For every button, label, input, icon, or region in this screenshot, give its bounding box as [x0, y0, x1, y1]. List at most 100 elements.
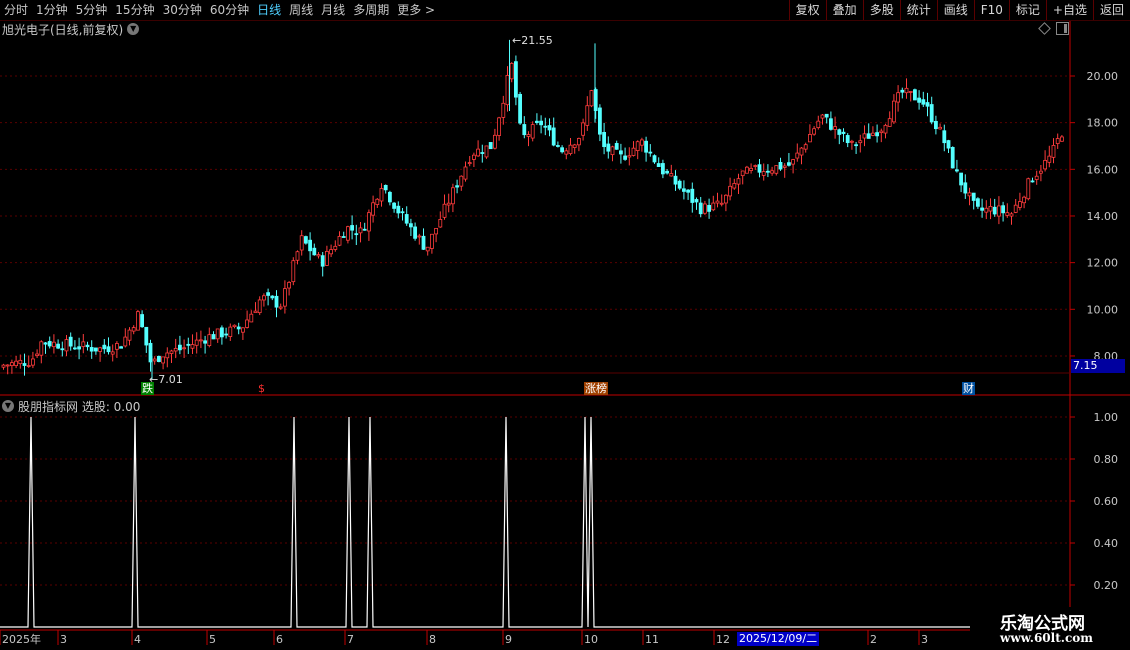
candle-body [450, 187, 455, 205]
candle-body [156, 355, 161, 362]
candle-body [85, 344, 90, 348]
candle-body [324, 251, 329, 266]
candle-body [358, 227, 363, 234]
date-label: 8 [429, 633, 436, 646]
candle-body [673, 175, 678, 185]
candle-body [236, 326, 241, 330]
candle-body [950, 147, 955, 169]
candle-body [140, 314, 145, 328]
candle-body [194, 339, 199, 346]
candle-body [320, 255, 325, 267]
candle-body [350, 225, 355, 231]
candle-body [1047, 155, 1052, 163]
candle-body [266, 292, 271, 296]
candle-body [690, 188, 695, 203]
indicator-dropdown-icon[interactable]: ▼ [2, 400, 14, 412]
candle-body [547, 125, 552, 131]
candle-body [887, 118, 892, 127]
candle-body [1030, 180, 1035, 183]
candle-body [39, 341, 44, 356]
candle-body [442, 203, 447, 218]
signal-marker[interactable]: 财 [962, 382, 975, 395]
candle-body [665, 170, 669, 174]
price-tick-label: 18.00 [1087, 117, 1119, 130]
candle-body [976, 198, 980, 207]
candle-body [623, 155, 627, 160]
candle-body [900, 89, 905, 93]
candle-body [240, 327, 245, 333]
candle-body [312, 247, 317, 256]
candle-body [152, 358, 157, 362]
candle-body [278, 306, 283, 309]
candle-body [967, 192, 972, 197]
candle-body [455, 185, 460, 188]
date-label: 12 [716, 633, 730, 646]
candle-body [795, 152, 800, 159]
candle-body [207, 334, 212, 346]
candle-body [808, 134, 812, 143]
candle-body [245, 319, 250, 328]
signal-marker[interactable]: 涨榜 [584, 382, 608, 395]
candle-body [1051, 145, 1056, 158]
candle-body [1001, 205, 1005, 214]
candle-body [5, 364, 10, 367]
kline-chart: 20.0018.0016.0014.0012.0010.008.001.000.… [0, 21, 1130, 646]
candle-body [26, 365, 31, 367]
candle-body [127, 329, 132, 341]
candle-body [551, 127, 556, 146]
candle-body [539, 120, 543, 126]
price-tick-label: 14.00 [1087, 210, 1119, 223]
candle-body [963, 182, 968, 194]
candle-body [329, 249, 334, 255]
candle-body [610, 146, 615, 156]
candle-body [173, 348, 178, 352]
candle-body [787, 162, 791, 166]
candle-body [585, 105, 590, 126]
candle-body [992, 206, 997, 215]
candle-body [379, 188, 384, 202]
candle-body [875, 132, 879, 137]
candle-body [274, 295, 279, 308]
candle-body [89, 347, 94, 352]
date-label: 4 [134, 633, 141, 646]
candle-body [757, 164, 762, 173]
candle-body [396, 205, 401, 214]
candle-body [182, 347, 187, 350]
candle-body [850, 140, 854, 143]
candle-body [484, 145, 489, 158]
candle-body [354, 233, 359, 236]
indicator-signal-line [0, 416, 1070, 628]
candle-body [387, 191, 392, 203]
candle-body [400, 211, 405, 214]
candle-body [514, 61, 518, 98]
candle-body [816, 120, 821, 129]
candle-body [812, 128, 816, 135]
candle-body [526, 134, 531, 137]
candle-body [971, 192, 976, 201]
date-label: 7 [347, 633, 354, 646]
candle-body [803, 144, 808, 150]
candle-body [564, 150, 569, 155]
candle-body [560, 147, 564, 153]
candle-body [501, 102, 506, 118]
date-label: 3 [60, 633, 67, 646]
candle-body [345, 226, 350, 241]
candle-body [333, 245, 338, 250]
candle-body [14, 360, 19, 366]
last-price-tag: 7.15 [1071, 359, 1125, 373]
candle-body [543, 125, 548, 128]
candle-body [749, 167, 753, 171]
candle-body [408, 223, 413, 228]
candle-body [303, 236, 308, 244]
signal-marker[interactable]: 跌 [141, 382, 154, 395]
candle-body [934, 120, 938, 130]
candle-body [492, 134, 497, 149]
candle-body [644, 140, 648, 153]
candle-body [98, 347, 102, 352]
candle-body [211, 334, 216, 340]
signal-marker[interactable]: $ [257, 382, 266, 395]
candle-body [1060, 136, 1064, 142]
candle-body [577, 138, 581, 146]
candle-body [707, 204, 711, 212]
candle-body [249, 313, 254, 323]
